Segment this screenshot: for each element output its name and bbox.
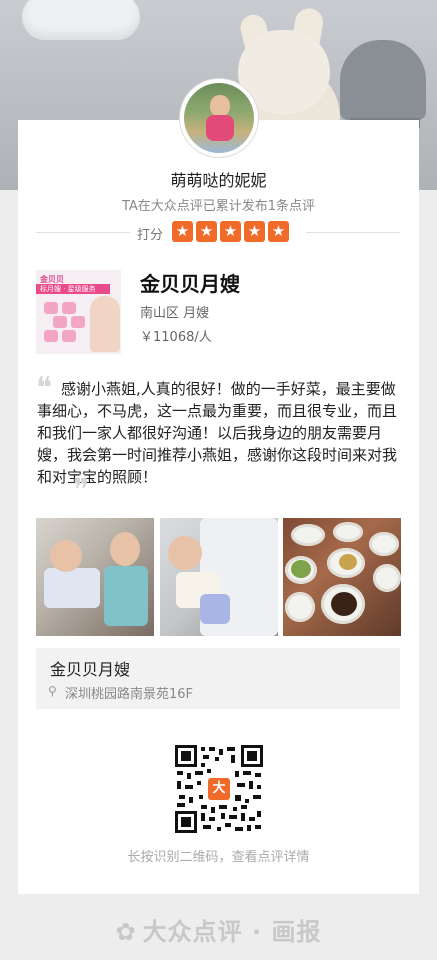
photo-dish (339, 554, 357, 570)
photo-baby-face (168, 536, 202, 570)
hex-decoration (44, 330, 58, 342)
star-icon: ★ (268, 221, 289, 242)
rating-stars: ★ ★ ★ ★ ★ (172, 221, 289, 242)
photo-glove (200, 594, 230, 624)
hex-decoration (62, 302, 76, 314)
shop-area: 南山区 月嫂 (140, 306, 210, 321)
address-shop-name: 金贝贝月嫂 (50, 660, 131, 679)
hex-decoration (53, 316, 67, 328)
username[interactable]: 萌萌哒的妮妮 (0, 167, 437, 191)
photo-dish (331, 592, 357, 616)
lamp-decoration (340, 40, 426, 120)
star-icon: ★ (196, 221, 217, 242)
dianping-logo-icon: ✿ (115, 918, 137, 946)
hex-decoration (62, 330, 76, 342)
rating-label: 打分 (137, 228, 164, 243)
quote-close-icon: ❞ (73, 473, 90, 508)
divider-left (36, 232, 130, 233)
avatar-photo (184, 83, 254, 153)
shop-thumbnail-person (90, 296, 120, 352)
qr-caption: 长按识别二维码，查看点评详情 (127, 850, 310, 865)
cloud-decoration (22, 0, 140, 40)
photo-baby-face (50, 540, 82, 572)
photo-blanket (44, 568, 100, 608)
photo-plate (333, 522, 363, 542)
photo-boy-shirt (104, 566, 148, 626)
shop-name[interactable]: 金贝贝月嫂 (140, 268, 240, 297)
divider-right (306, 232, 400, 233)
avatar-kid-body (206, 115, 234, 141)
review-text: 感谢小燕姐,人真的很好！做的一手好菜，最主要做事细心，不马虎，这一点最为重要，而… (37, 380, 398, 486)
footer-brand-text: 大众点评 · 画报 (142, 918, 322, 946)
photo-plate (285, 592, 315, 622)
review-photo[interactable] (36, 518, 154, 636)
shop-thumbnail-banner: 标月嫂 · 星级服务 (36, 284, 110, 294)
shop-thumbnail[interactable]: 金贝贝 标月嫂 · 星级服务 (36, 270, 121, 354)
address-text: 深圳桃园路南景苑16F (65, 687, 194, 702)
photo-dish (291, 560, 311, 578)
star-icon: ★ (220, 221, 241, 242)
dianping-badge-icon: 大 (208, 778, 230, 800)
hex-decoration (71, 316, 85, 328)
hex-decoration (44, 302, 58, 314)
shop-price: ￥11068/人 (140, 330, 212, 345)
photo-plate (291, 524, 325, 546)
star-icon: ★ (244, 221, 265, 242)
review-count-text: TA在大众点评已累计发布1条点评 (121, 199, 316, 214)
photo-plate (369, 532, 399, 556)
photo-plate (373, 564, 401, 592)
review-photo[interactable] (160, 518, 278, 636)
star-icon: ★ (172, 221, 193, 242)
photo-boy-face (110, 532, 140, 566)
review-photo[interactable] (283, 518, 401, 636)
location-pin-icon: ⚲ (48, 684, 57, 698)
avatar[interactable] (180, 79, 258, 157)
footer-brand: ✿ 大众点评 · 画报 (0, 912, 437, 947)
avatar-kid-head (210, 95, 230, 117)
